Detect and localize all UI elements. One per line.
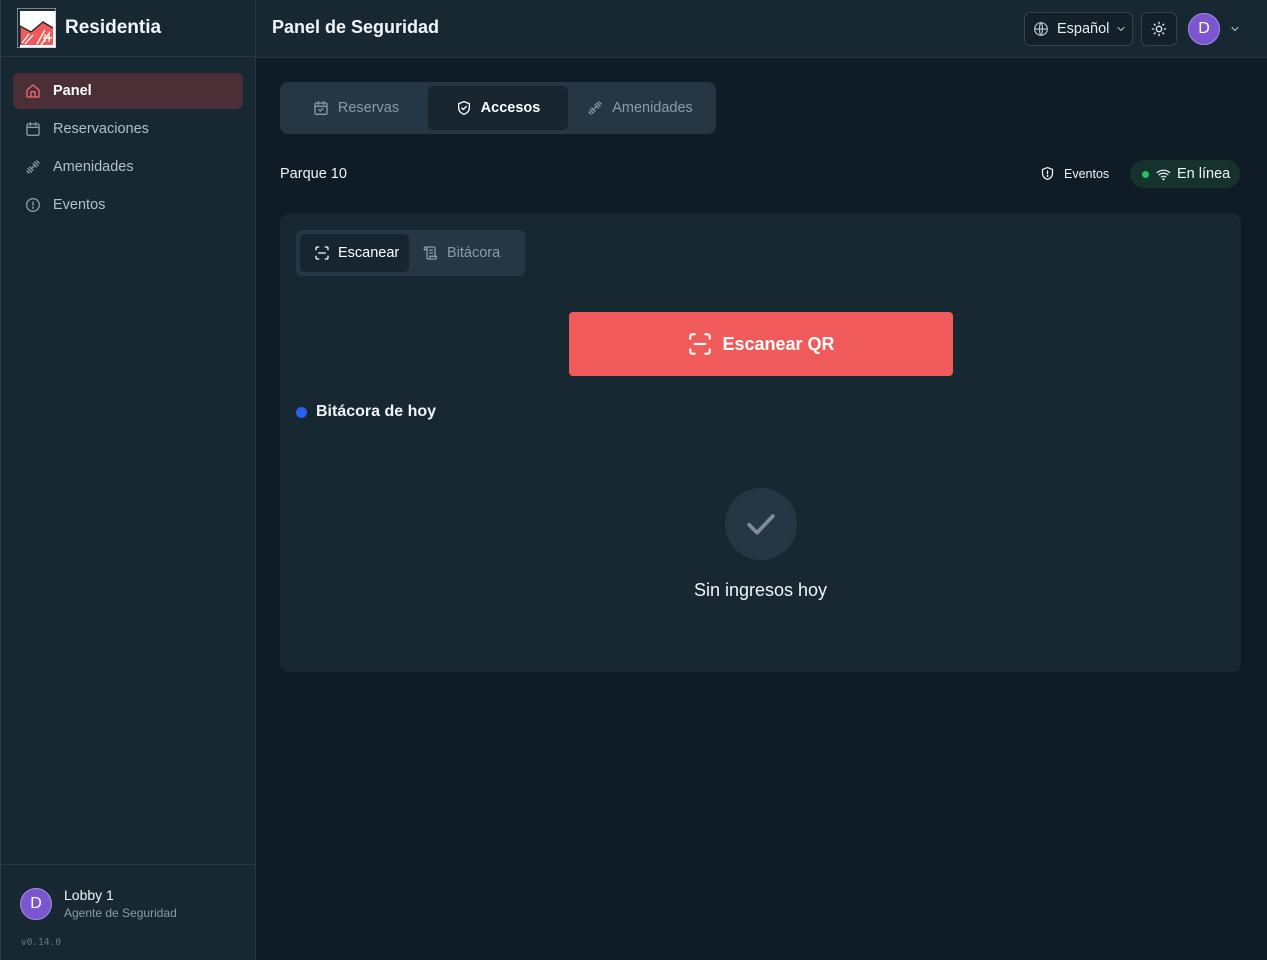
user-role: Agente de Seguridad xyxy=(64,906,177,920)
calendar-icon xyxy=(26,122,40,136)
sidebar-item-label: Panel xyxy=(53,83,92,99)
topbar: Panel de Seguridad Español D xyxy=(256,0,1267,58)
tab-accesos[interactable]: Accesos xyxy=(428,86,568,130)
chevron-down-icon xyxy=(1117,26,1125,32)
log-title: Bitácora de hoy xyxy=(316,403,437,420)
access-subtabs: Escanear Bitácora xyxy=(296,230,525,276)
brand[interactable]: Residentia xyxy=(1,0,255,57)
scroll-icon xyxy=(423,246,437,260)
calendar-icon xyxy=(314,101,328,115)
globe-icon xyxy=(1034,22,1048,36)
status-label: En línea xyxy=(1177,166,1231,182)
empty-state: Sin ingresos hoy xyxy=(280,488,1241,601)
events-label: Eventos xyxy=(1064,166,1110,181)
scan-icon xyxy=(315,246,329,260)
subtab-escanear[interactable]: Escanear xyxy=(300,234,409,272)
access-card: Escanear Bitácora Escanear QR Bitácora d… xyxy=(280,214,1241,672)
subtab-label: Escanear xyxy=(338,245,400,261)
log-heading: Bitácora de hoy xyxy=(296,403,436,421)
dumbbell-icon xyxy=(26,160,40,174)
avatar: D xyxy=(1188,13,1220,45)
tab-reservas[interactable]: Reservas xyxy=(284,86,428,130)
user-menu[interactable]: D xyxy=(1188,13,1241,45)
tab-label: Reservas xyxy=(337,100,400,116)
location-title: Parque 10 xyxy=(280,166,347,182)
subtab-bitacora[interactable]: Bitácora xyxy=(409,234,521,272)
user-name: Lobby 1 xyxy=(64,887,114,903)
chevron-down-icon xyxy=(1231,26,1239,32)
sidebar-item-reservaciones[interactable]: Reservaciones xyxy=(13,111,243,147)
alert-circle-icon xyxy=(26,198,40,212)
tab-amenidades[interactable]: Amenidades xyxy=(568,86,712,130)
scan-icon xyxy=(689,333,712,355)
main-tabs: Reservas Accesos Amenidades xyxy=(280,82,716,134)
events-button[interactable]: Eventos xyxy=(1040,166,1109,181)
sidebar-footer: D Lobby 1 Agente de Seguridad v0.14.0 xyxy=(1,864,255,960)
sun-icon xyxy=(1151,21,1167,37)
tab-label: Amenidades xyxy=(612,100,693,116)
language-label: Español xyxy=(1057,21,1110,37)
theme-toggle-button[interactable] xyxy=(1141,12,1177,46)
status-badge: En línea xyxy=(1130,160,1240,188)
sidebar-item-amenidades[interactable]: Amenidades xyxy=(13,149,243,185)
app-version: v0.14.0 xyxy=(21,937,62,948)
sidebar: Residentia Panel Reservaciones Amenidade… xyxy=(0,0,256,960)
sidebar-nav: Panel Reservaciones Amenidades Eventos xyxy=(1,57,255,223)
subtab-label: Bitácora xyxy=(447,245,501,261)
language-selector[interactable]: Español xyxy=(1024,12,1133,46)
sidebar-item-eventos[interactable]: Eventos xyxy=(13,187,243,223)
check-icon xyxy=(746,514,775,535)
shield-alert-icon xyxy=(1041,166,1054,181)
scan-qr-label: Escanear QR xyxy=(722,333,835,354)
empty-state-badge xyxy=(724,488,797,560)
shield-check-icon xyxy=(457,101,470,115)
sidebar-item-panel[interactable]: Panel xyxy=(13,73,243,109)
tab-label: Accesos xyxy=(480,100,541,116)
home-icon xyxy=(26,84,40,98)
status-dot xyxy=(1142,170,1149,178)
wifi-icon xyxy=(1156,169,1171,180)
sidebar-item-label: Eventos xyxy=(53,197,106,213)
empty-state-text: Sin ingresos hoy xyxy=(693,580,828,600)
brand-logo-icon xyxy=(17,8,56,48)
sidebar-item-label: Reservaciones xyxy=(53,121,149,137)
scan-qr-button[interactable]: Escanear QR xyxy=(569,312,953,376)
dumbbell-icon xyxy=(588,101,602,115)
page-title: Panel de Seguridad xyxy=(272,17,440,37)
sidebar-item-label: Amenidades xyxy=(53,159,134,175)
avatar: D xyxy=(20,887,52,920)
log-dot xyxy=(296,406,307,418)
brand-name: Residentia xyxy=(65,17,162,38)
sidebar-user[interactable]: D Lobby 1 Agente de Seguridad xyxy=(20,887,177,920)
